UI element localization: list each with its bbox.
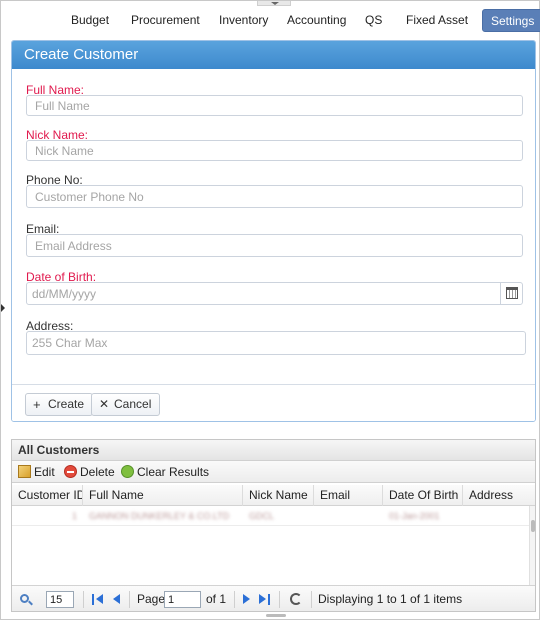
create-customer-panel: Create Customer Full Name: Nick Name: Ph…	[11, 40, 536, 422]
grid-header: Customer ID Full Name Nick Name Email Da…	[12, 485, 535, 506]
app-window: Budget Procurement Inventory Accounting …	[0, 0, 540, 620]
pager-separator	[234, 591, 235, 608]
column-full-name[interactable]: Full Name	[83, 485, 243, 506]
delete-icon	[64, 465, 77, 478]
search-icon[interactable]	[20, 594, 29, 603]
dob-input[interactable]	[27, 283, 499, 304]
panel-footer: + Create ✕ Cancel	[12, 384, 535, 421]
column-nick-name[interactable]: Nick Name	[243, 485, 314, 506]
page-label: Page	[137, 592, 166, 606]
refresh-icon[interactable]	[290, 593, 302, 605]
previous-page-icon[interactable]	[109, 594, 121, 605]
nav-item-fixed-asset[interactable]: Fixed Asset	[398, 9, 476, 32]
pager-separator	[311, 591, 312, 608]
grid-scrollbar[interactable]	[529, 506, 535, 585]
cancel-button[interactable]: ✕ Cancel	[91, 393, 161, 416]
cell-customer-id: 1	[71, 511, 77, 521]
edit-icon	[18, 465, 31, 478]
full-name-input[interactable]	[26, 95, 523, 116]
nav-item-budget[interactable]: Budget	[63, 9, 117, 32]
clear-results-button[interactable]: Clear Results	[119, 461, 209, 483]
edit-button[interactable]: Edit	[16, 461, 55, 483]
email-input[interactable]	[26, 234, 523, 257]
nav-item-settings[interactable]: Settings	[482, 9, 540, 32]
create-button-label: Create	[48, 397, 85, 411]
cell-date-of-birth: 01-Jan-2001	[389, 511, 440, 521]
close-icon: ✕	[99, 397, 110, 411]
nav-item-accounting[interactable]: Accounting	[279, 9, 354, 32]
grid-toolbar: Edit Delete Clear Results	[12, 461, 535, 483]
resize-handle-bottom[interactable]	[266, 614, 286, 617]
dob-field	[26, 282, 523, 305]
column-customer-id[interactable]: Customer ID	[12, 485, 83, 506]
grid-title: All Customers	[12, 440, 535, 461]
customers-grid: All Customers Edit Delete Clear Results …	[11, 439, 536, 612]
page-count-label: of 1	[206, 592, 227, 606]
clear-results-icon	[121, 465, 134, 478]
pager-separator	[83, 591, 84, 608]
nav-item-qs[interactable]: QS	[357, 9, 390, 32]
address-input[interactable]	[26, 331, 526, 355]
calendar-button[interactable]	[500, 283, 522, 304]
column-date-of-birth[interactable]: Date Of Birth	[383, 485, 463, 506]
page-number-input[interactable]	[164, 591, 201, 608]
panel-title: Create Customer	[12, 41, 535, 69]
edit-button-label: Edit	[34, 465, 55, 479]
last-page-icon[interactable]	[258, 594, 270, 605]
nav-item-procurement[interactable]: Procurement	[123, 9, 208, 32]
column-address[interactable]: Address	[463, 485, 535, 506]
page-size-input[interactable]	[46, 591, 74, 608]
plus-icon: +	[33, 397, 41, 412]
grid-pager: Page of 1 Displaying 1 to 1 of 1 items	[12, 585, 535, 611]
cancel-button-label: Cancel	[114, 397, 152, 411]
cell-nick-name: GDCL	[249, 511, 275, 521]
nav-item-inventory[interactable]: Inventory	[211, 9, 276, 32]
calendar-icon	[506, 287, 518, 299]
first-page-icon[interactable]	[92, 594, 104, 605]
pager-separator	[279, 591, 280, 608]
create-button[interactable]: + Create	[25, 393, 94, 416]
scrollbar-thumb[interactable]	[531, 520, 535, 532]
cell-email	[314, 506, 383, 526]
clear-results-label: Clear Results	[137, 465, 210, 479]
delete-button-label: Delete	[80, 465, 115, 479]
expand-handle-left[interactable]	[1, 301, 5, 315]
delete-button[interactable]: Delete	[62, 461, 115, 483]
pager-status: Displaying 1 to 1 of 1 items	[318, 592, 463, 606]
nick-name-input[interactable]	[26, 140, 523, 161]
cell-full-name: GANNON DUNKERLEY & CO.LTD	[89, 511, 230, 521]
phone-input[interactable]	[26, 185, 523, 208]
cell-address	[463, 506, 529, 526]
collapse-handle-top[interactable]	[257, 1, 291, 6]
table-row[interactable]: 1 GANNON DUNKERLEY & CO.LTD GDCL 01-Jan-…	[12, 506, 531, 526]
next-page-icon[interactable]	[242, 594, 254, 605]
column-email[interactable]: Email	[314, 485, 383, 506]
pager-separator	[129, 591, 130, 608]
top-nav: Budget Procurement Inventory Accounting …	[1, 9, 540, 33]
